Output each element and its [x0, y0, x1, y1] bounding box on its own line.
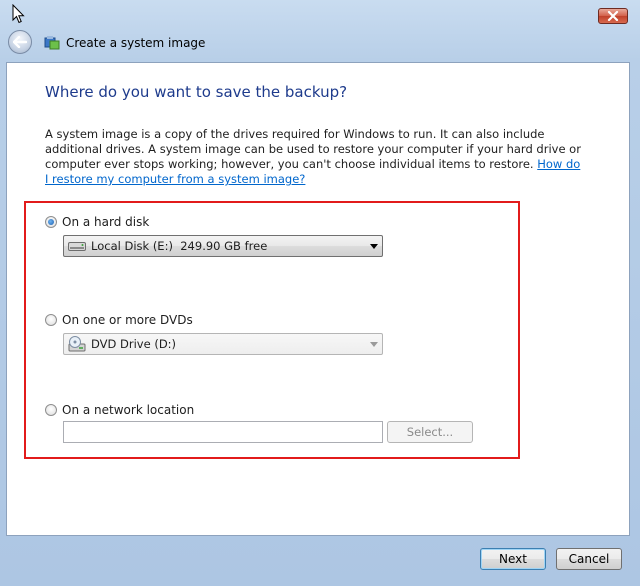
- chevron-down-icon: [366, 341, 382, 347]
- wizard-content: Where do you want to save the backup? A …: [6, 62, 630, 536]
- back-button[interactable]: [8, 30, 32, 54]
- hard-disk-label: On a hard disk: [62, 215, 150, 229]
- select-button[interactable]: Select...: [387, 421, 473, 443]
- description-text: A system image is a copy of the drives r…: [45, 127, 585, 187]
- dvd-drive-icon: [68, 336, 86, 352]
- network-location-input[interactable]: [63, 421, 383, 443]
- hard-disk-radio[interactable]: [45, 216, 57, 228]
- hard-disk-option[interactable]: On a hard disk: [45, 215, 149, 229]
- window-frame: Create a system image Where do you want …: [0, 0, 640, 586]
- window-title: Create a system image: [66, 36, 206, 50]
- cancel-button[interactable]: Cancel: [556, 548, 622, 570]
- network-label: On a network location: [62, 403, 195, 417]
- dvd-label: On one or more DVDs: [62, 313, 193, 327]
- back-arrow-icon: [13, 36, 27, 48]
- close-button[interactable]: [598, 8, 628, 24]
- hard-disk-icon: [68, 239, 86, 253]
- radio-selected-dot: [48, 219, 54, 225]
- navigation-bar: Create a system image: [6, 28, 626, 60]
- backup-icon: [44, 36, 60, 50]
- mouse-cursor-icon: [12, 4, 25, 24]
- network-option[interactable]: On a network location: [45, 403, 194, 417]
- dvd-selected-value: DVD Drive (D:): [91, 337, 177, 351]
- dvd-dropdown[interactable]: DVD Drive (D:): [63, 333, 383, 355]
- close-icon: [607, 11, 619, 21]
- hard-disk-dropdown[interactable]: Local Disk (E:) 249.90 GB free: [63, 235, 383, 257]
- wizard-footer: Next Cancel: [6, 536, 630, 580]
- network-radio[interactable]: [45, 404, 57, 416]
- dvd-option[interactable]: On one or more DVDs: [45, 313, 193, 327]
- dvd-radio[interactable]: [45, 314, 57, 326]
- next-button[interactable]: Next: [480, 548, 546, 570]
- page-title: Where do you want to save the backup?: [45, 83, 348, 101]
- hard-disk-selected-value: Local Disk (E:) 249.90 GB free: [91, 239, 268, 253]
- chevron-down-icon: [366, 243, 382, 249]
- description-body: A system image is a copy of the drives r…: [45, 127, 581, 171]
